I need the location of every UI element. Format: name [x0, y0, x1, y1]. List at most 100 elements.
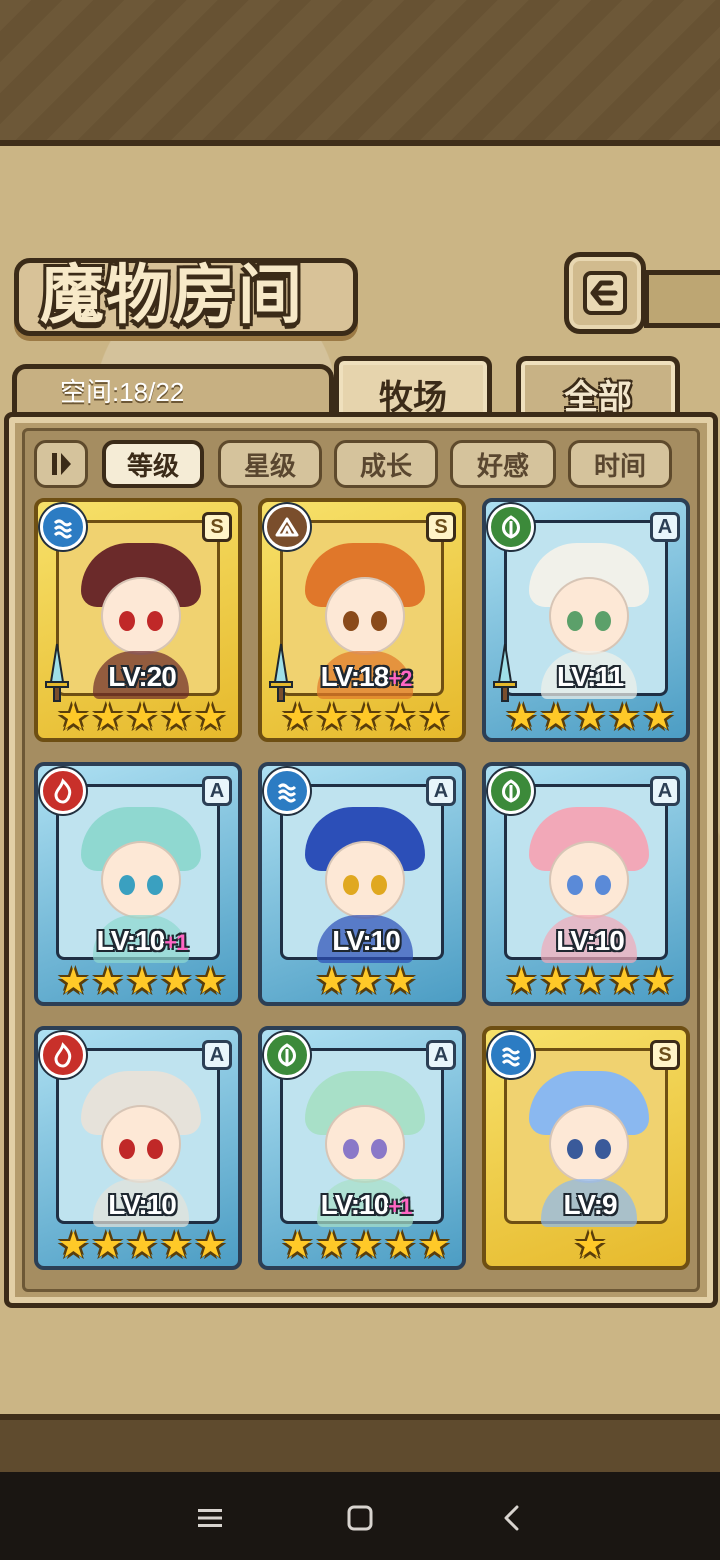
monster-card[interactable]: A LV:10 ★ ★ ★: [258, 762, 466, 1006]
monster-card[interactable]: A LV:10+1 ★ ★ ★ ★ ★: [258, 1026, 466, 1270]
page-title: 魔物房间: [40, 258, 304, 333]
rank-badge: S: [202, 512, 232, 542]
monster-card[interactable]: A LV:11 ★ ★ ★ ★ ★: [482, 498, 690, 742]
sort-time-label: 时间: [593, 451, 646, 482]
sort-growth-label: 成长: [359, 451, 412, 482]
star-rating: ★: [486, 1226, 686, 1266]
monster-level: LV:18+2: [262, 660, 462, 694]
wind-element-icon: [488, 504, 534, 550]
rank-badge: S: [426, 512, 456, 542]
level-value: LV:9: [563, 1189, 617, 1220]
monster-card[interactable]: A LV:10 ★ ★ ★ ★ ★: [34, 1026, 242, 1270]
sort-star-button[interactable]: 星级: [218, 440, 322, 488]
level-value: LV:18: [320, 661, 390, 692]
star-icon: ★: [281, 1225, 314, 1266]
level-value: LV:20: [108, 661, 177, 692]
sort-affection-label: 好感: [476, 451, 529, 482]
level-value: LV:10: [96, 925, 166, 956]
star-icon: ★: [194, 697, 227, 738]
star-rating: ★ ★ ★ ★ ★: [38, 697, 238, 738]
star-icon: ★: [349, 697, 383, 738]
monster-card[interactable]: S LV:18+2 ★ ★ ★ ★ ★: [258, 498, 466, 742]
sort-level-label: 等级: [126, 451, 179, 482]
star-icon: ★: [505, 697, 538, 738]
star-icon: ★: [642, 961, 675, 1002]
star-rating: ★ ★ ★ ★ ★: [38, 961, 238, 1002]
star-rating: ★ ★ ★ ★ ★: [486, 697, 686, 738]
star-rating: ★ ★ ★: [262, 961, 462, 1002]
star-icon: ★: [384, 697, 417, 738]
star-icon: ★: [349, 961, 383, 1002]
star-icon: ★: [91, 697, 124, 738]
level-value: LV:10: [332, 925, 401, 956]
star-icon: ★: [57, 1225, 90, 1266]
rank-badge: S: [650, 1040, 680, 1070]
rank-badge: A: [650, 776, 680, 806]
sort-star-label: 星级: [243, 451, 296, 482]
star-icon: ★: [539, 697, 572, 738]
star-icon: ★: [91, 961, 124, 1002]
level-bonus: +1: [164, 930, 188, 955]
bottom-background: [0, 1420, 720, 1472]
sort-level-button[interactable]: 等级: [102, 440, 204, 488]
rank-badge: A: [202, 776, 232, 806]
sort-toggle-icon: [52, 453, 71, 475]
monster-level: LV:20: [38, 660, 238, 694]
star-icon: ★: [194, 961, 227, 1002]
space-capacity: 空间:18/22: [60, 377, 185, 407]
water-element-icon: [488, 1032, 534, 1078]
level-value: LV:10: [320, 1189, 390, 1220]
sort-growth-button[interactable]: 成长: [334, 440, 438, 488]
monster-level: LV:10: [486, 924, 686, 958]
star-icon: ★: [125, 697, 159, 738]
star-icon: ★: [384, 1225, 417, 1266]
star-icon: ★: [315, 961, 348, 1002]
wind-element-icon: [488, 768, 534, 814]
star-icon: ★: [91, 1225, 124, 1266]
star-icon: ★: [125, 961, 159, 1002]
star-icon: ★: [384, 961, 417, 1002]
fire-element-icon: [40, 1032, 86, 1078]
menu-icon[interactable]: [192, 1500, 228, 1536]
star-icon: ★: [57, 961, 90, 1002]
rank-badge: A: [202, 1040, 232, 1070]
water-element-icon: [264, 768, 310, 814]
star-icon: ★: [608, 697, 641, 738]
monster-card[interactable]: A LV:10+1 ★ ★ ★ ★ ★: [34, 762, 242, 1006]
star-rating: ★ ★ ★ ★ ★: [38, 1225, 238, 1266]
star-icon: ★: [57, 697, 90, 738]
rank-badge: A: [650, 512, 680, 542]
star-rating: ★ ★ ★ ★ ★: [262, 697, 462, 738]
monster-card[interactable]: S LV:9 ★: [482, 1026, 690, 1270]
back-arrow-icon: [583, 271, 627, 315]
water-element-icon: [40, 504, 86, 550]
sort-time-button[interactable]: 时间: [568, 440, 672, 488]
star-icon: ★: [349, 1225, 383, 1266]
monster-level: LV:11: [486, 660, 686, 694]
sort-affection-button[interactable]: 好感: [450, 440, 556, 488]
star-icon: ★: [160, 697, 193, 738]
monster-level: LV:10+1: [262, 1188, 462, 1222]
monster-level: LV:9: [486, 1188, 686, 1222]
monster-level: LV:10: [38, 1188, 238, 1222]
star-icon: ★: [418, 697, 451, 738]
back-button[interactable]: [564, 252, 646, 334]
header-side-bar: [644, 270, 720, 328]
level-bonus: +1: [388, 1194, 412, 1219]
home-icon[interactable]: [342, 1500, 378, 1536]
sort-toggle-button[interactable]: [34, 440, 88, 488]
top-background: [0, 0, 720, 140]
level-value: LV:11: [556, 661, 624, 692]
wind-element-icon: [264, 1032, 310, 1078]
star-icon: ★: [315, 697, 348, 738]
back-chevron-icon[interactable]: [494, 1500, 530, 1536]
level-value: LV:10: [556, 925, 625, 956]
star-icon: ★: [608, 961, 641, 1002]
level-bonus: +2: [388, 666, 412, 691]
star-icon: ★: [160, 961, 193, 1002]
monster-card[interactable]: A LV:10 ★ ★ ★ ★ ★: [482, 762, 690, 1006]
monster-card[interactable]: S LV:20 ★ ★ ★ ★ ★: [34, 498, 242, 742]
earth-element-icon: [264, 504, 310, 550]
star-icon: ★: [125, 1225, 159, 1266]
star-rating: ★ ★ ★ ★ ★: [262, 1225, 462, 1266]
